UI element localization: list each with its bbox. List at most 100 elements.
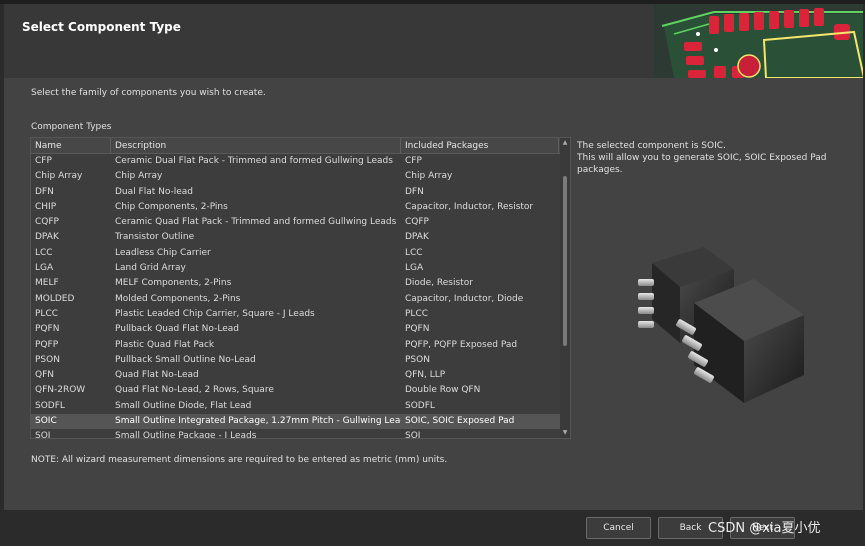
table-row[interactable]: SOIC Small Outline Integrated Package, 1.… <box>31 414 561 430</box>
table-row[interactable]: SOJ Small Outline Package - J Leads SOJ <box>31 429 561 439</box>
pcb-decoration-image <box>654 4 863 78</box>
column-header-description[interactable]: Description <box>111 138 401 154</box>
cell-name: CQFP <box>35 217 59 228</box>
cell-included-packages: DFN <box>405 186 424 197</box>
cell-included-packages: SOJ <box>405 431 421 439</box>
cell-description: Plastic Leaded Chip Carrier, Square - J … <box>115 308 315 319</box>
table-row[interactable]: PQFP Plastic Quad Flat Pack PQFP, PQFP Exp… <box>31 338 561 353</box>
scrollbar-thumb[interactable] <box>563 176 567 346</box>
cell-name: SOIC <box>35 416 57 427</box>
cell-description: Land Grid Array <box>115 263 186 274</box>
soic-chip-image <box>638 247 804 403</box>
cell-included-packages: PLCC <box>405 308 429 319</box>
table-row[interactable]: CQFP Ceramic Quad Flat Pack - Trimmed and… <box>31 215 561 230</box>
wizard-footer: Cancel Back Next CSDN @xia夏小优 <box>0 510 865 546</box>
cell-description: Plastic Quad Flat Pack <box>115 339 215 350</box>
table-row[interactable]: LGA Land Grid Array LGA <box>31 261 561 276</box>
cell-included-packages: SOIC, SOIC Exposed Pad <box>405 416 515 427</box>
cell-included-packages: Chip Array <box>405 171 453 182</box>
cell-description: Chip Array <box>115 171 163 182</box>
cell-description: Small Outline Diode, Flat Lead <box>115 400 252 411</box>
cell-name: PQFN <box>35 324 60 335</box>
cell-name: QFN <box>35 370 54 381</box>
page-title: Select Component Type <box>22 20 181 34</box>
cell-included-packages: Double Row QFN <box>405 385 481 396</box>
table-row[interactable]: QFN-2ROW Quad Flat No-Lead, 2 Rows, Squar… <box>31 383 561 398</box>
table-row[interactable]: DFN Dual Flat No-lead DFN <box>31 185 561 200</box>
table-row[interactable]: CHIP Chip Components, 2-Pins Capacitor, In… <box>31 200 561 215</box>
cell-name: MELF <box>35 278 59 289</box>
description-line-1: The selected component is SOIC. <box>577 141 726 151</box>
table-row[interactable]: Chip Array Chip Array Chip Array <box>31 169 561 184</box>
table-row[interactable]: CFP Ceramic Dual Flat Pack - Trimmed and … <box>31 154 561 169</box>
table-row[interactable]: LCC Leadless Chip Carrier LCC <box>31 246 561 261</box>
table-row[interactable]: QFN Quad Flat No-Lead QFN, LLP <box>31 368 561 383</box>
description-line-2: This will allow you to generate SOIC, SO… <box>577 153 827 175</box>
cell-name: CHIP <box>35 201 57 212</box>
csdn-watermark: CSDN @xia夏小优 <box>708 521 821 536</box>
cell-name: LCC <box>35 247 53 258</box>
table-row[interactable]: PQFN Pullback Quad Flat No-Lead PQFN <box>31 322 561 337</box>
cell-name: SODFL <box>35 400 65 411</box>
cell-description: Leadless Chip Carrier <box>115 247 211 258</box>
cell-description: Dual Flat No-lead <box>115 186 194 197</box>
cell-included-packages: PQFN <box>405 324 430 335</box>
cell-name: DPAK <box>35 232 59 243</box>
cell-description: Small Outline Package - J Leads <box>115 431 257 439</box>
table-row[interactable]: PLCC Plastic Leaded Chip Carrier, Square … <box>31 307 561 322</box>
cell-included-packages: Capacitor, Inductor, Resistor <box>405 201 534 212</box>
cell-included-packages: LGA <box>405 263 424 274</box>
measurement-note: NOTE: All wizard measurement dimensions … <box>31 455 448 465</box>
instructions-text: Select the family of components you wish… <box>31 88 266 98</box>
table-row[interactable]: DPAK Transistor Outline DPAK <box>31 230 561 245</box>
selected-component-description: The selected component is SOIC. This wil… <box>577 140 857 176</box>
cell-name: PLCC <box>35 308 59 319</box>
cancel-button[interactable]: Cancel <box>586 517 651 539</box>
wizard-header: Select Component Type <box>4 4 863 78</box>
cell-included-packages: PQFP, PQFP Exposed Pad <box>405 339 518 350</box>
table-header: Name Description Included Packages <box>31 138 561 154</box>
cell-included-packages: QFN, LLP <box>405 370 446 381</box>
cell-name: Chip Array <box>35 171 83 182</box>
cell-name: MOLDED <box>35 293 75 304</box>
table-scrollbar[interactable]: ▲ ▼ <box>560 138 570 438</box>
cell-name: DFN <box>35 186 54 197</box>
cell-name: QFN-2ROW <box>35 385 86 396</box>
cell-name: CFP <box>35 156 52 166</box>
cell-description: Quad Flat No-Lead <box>115 370 199 381</box>
scroll-down-icon[interactable]: ▼ <box>560 428 570 438</box>
cell-included-packages: LCC <box>405 247 423 258</box>
cell-description: Pullback Small Outline No-Lead <box>115 354 256 365</box>
component-types-label: Component Types <box>31 122 112 132</box>
cell-included-packages: CQFP <box>405 217 429 228</box>
cell-description: Chip Components, 2-Pins <box>115 201 228 212</box>
cell-description: MELF Components, 2-Pins <box>115 278 232 289</box>
cell-included-packages: Capacitor, Inductor, Diode <box>405 293 524 304</box>
table-body: CFP Ceramic Dual Flat Pack - Trimmed and … <box>31 154 561 439</box>
cell-included-packages: CFP <box>405 156 422 166</box>
column-header-name[interactable]: Name <box>31 138 111 154</box>
cell-description: Molded Components, 2-Pins <box>115 293 241 304</box>
cell-description: Small Outline Integrated Package, 1.27mm… <box>115 416 401 427</box>
table-row[interactable]: MOLDED Molded Components, 2-Pins Capacitor… <box>31 292 561 307</box>
scroll-up-icon[interactable]: ▲ <box>560 138 570 148</box>
cell-included-packages: Diode, Resistor <box>405 278 473 289</box>
cell-description: Ceramic Quad Flat Pack - Trimmed and for… <box>115 217 397 228</box>
table-row[interactable]: MELF MELF Components, 2-Pins Diode, Resist… <box>31 276 561 291</box>
cell-name: SOJ <box>35 431 51 439</box>
cell-description: Transistor Outline <box>115 232 195 243</box>
wizard-body: Select the family of components you wish… <box>4 78 863 510</box>
table-row[interactable]: SODFL Small Outline Diode, Flat Lead SODFL <box>31 399 561 414</box>
cell-description: Quad Flat No-Lead, 2 Rows, Square <box>115 385 274 396</box>
cell-name: PQFP <box>35 339 59 350</box>
cell-included-packages: DPAK <box>405 232 429 243</box>
cell-included-packages: PSON <box>405 354 430 365</box>
table-row[interactable]: PSON Pullback Small Outline No-Lead PSON <box>31 353 561 368</box>
cell-name: LGA <box>35 263 54 274</box>
component-types-table[interactable]: Name Description Included Packages CFP Ce… <box>30 137 571 439</box>
cell-name: PSON <box>35 354 60 365</box>
cell-included-packages: SODFL <box>405 400 435 411</box>
cell-description: Pullback Quad Flat No-Lead <box>115 324 239 335</box>
cell-description: Ceramic Dual Flat Pack - Trimmed and for… <box>115 156 393 166</box>
column-header-included-packages[interactable]: Included Packages <box>401 138 559 154</box>
